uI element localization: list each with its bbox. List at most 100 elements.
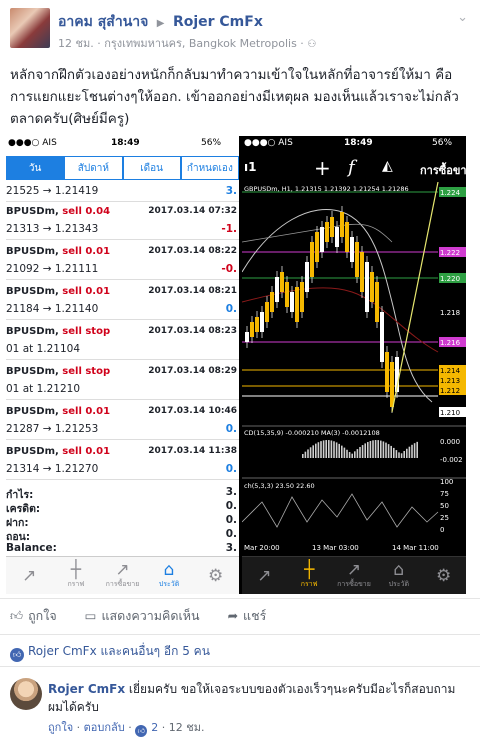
back-icon[interactable]: ı1 — [244, 160, 256, 174]
deal-prices: 01 at 1.21104 — [6, 343, 81, 355]
likes-summary[interactable]: 👍︎ Rojer CmFx และคนอื่นๆ อีก 5 คน — [10, 642, 210, 662]
tab-label: ประวัติ — [388, 580, 410, 588]
macd-bar — [398, 452, 400, 458]
stoch-label: ch(5,3,3) 23.50 22.60 — [244, 482, 315, 490]
indicator-icon[interactable]: f — [348, 157, 355, 178]
page-name[interactable]: Rojer CmFx — [173, 14, 263, 30]
deal-row[interactable]: BPUSDm, sell 0.01 2017.03.14 10:46 21287 →… — [6, 402, 239, 440]
macd-bar — [377, 440, 379, 458]
tab-icon: ⌂ — [393, 560, 405, 580]
macd-bar — [354, 451, 356, 458]
tab-icon: ↗ — [346, 560, 362, 580]
candle-body — [330, 217, 334, 237]
macd-bar — [335, 442, 338, 458]
summary-value: 0. — [225, 528, 237, 540]
tabbar-item[interactable]: ↗ การซื้อขาย — [332, 557, 377, 594]
tab-month[interactable]: เดือน — [122, 156, 181, 180]
deal-date: 2017.03.14 08:29 — [148, 366, 237, 376]
battery-label: 56% — [201, 138, 222, 148]
candle-body — [385, 352, 389, 392]
candle-body — [370, 272, 374, 302]
macd-bar — [338, 443, 340, 458]
summary-value: 3. — [225, 542, 237, 554]
like-button[interactable]: 👍︎ ถูกใจ — [10, 606, 57, 626]
tab-icon: ↗ — [115, 560, 130, 580]
deal-row[interactable]: BPUSDm, sell 0.01 2017.03.14 08:22 21092 →… — [6, 242, 239, 280]
objects-icon[interactable]: ◭ — [382, 158, 393, 174]
deal-row[interactable]: BPUSDm, sell stop 2017.03.14 08:23 01 at 1… — [6, 322, 239, 360]
macd-bar — [328, 440, 330, 458]
macd-bar — [367, 442, 369, 458]
battery-label: 56% — [432, 138, 453, 148]
friends-icon: ⚇ — [307, 39, 317, 50]
macd-bar — [408, 446, 411, 458]
comment-author[interactable]: Rojer CmFx — [48, 682, 125, 696]
comment-like-link[interactable]: ถูกใจ — [48, 721, 73, 734]
deal-row[interactable]: BPUSDm, sell 0.04 2017.03.14 07:32 21313 →… — [6, 202, 239, 240]
price-chart[interactable]: 1.224 1.222 1.220 1.218 1.216 1.214 1.213 1.212… — [242, 182, 466, 556]
arrow-icon: ▶ — [156, 18, 165, 29]
macd-bar — [369, 440, 372, 458]
candle-body — [250, 322, 254, 337]
tabbar-item[interactable]: ┼ กราฟ — [287, 557, 332, 594]
tab-icon: ┼ — [304, 560, 315, 580]
deal-row[interactable]: BPUSDm, sell stop 2017.03.14 08:29 01 at 1… — [6, 362, 239, 400]
macd-bar — [356, 449, 359, 458]
macd-bar — [359, 446, 361, 458]
post-text: หลักจากฝึกตัวเองอย่างหนักก็กลับมาทำความเ… — [10, 67, 459, 127]
tab-week[interactable]: สัปดาห์ — [64, 156, 123, 180]
clock-label: 18:49 — [111, 138, 140, 148]
price-tick-label: 1.216 — [440, 339, 461, 347]
tabbar-item[interactable]: ↗ — [6, 557, 53, 594]
comment-like-count[interactable]: 2 — [151, 721, 158, 734]
tabbar-item[interactable]: ↗ การซื้อขาย — [99, 557, 146, 594]
tabbar-item[interactable]: ⌂ ประวัติ — [146, 557, 193, 594]
macd-bar — [302, 454, 304, 458]
sub-tick-label: 100 — [440, 478, 453, 486]
deal-prices: 21184 → 1.21140 — [6, 303, 99, 315]
deal-row[interactable]: BPUSDm, sell 0.01 2017.03.14 11:38 21314 →… — [6, 442, 239, 480]
post-timestamp-location[interactable]: 12 ชม. · กรุงเทพมหานคร, Bangkok Metropol… — [58, 37, 307, 50]
comment-body: Rojer CmFx เยี่ยมครับ ขอให้เจอระบบของตัว… — [48, 680, 468, 716]
tab-custom[interactable]: กำหนดเอง — [180, 156, 239, 180]
comment-button[interactable]: ▭ แสดงความคิดเห็น — [85, 606, 200, 626]
divider — [0, 598, 480, 599]
macd-bar — [348, 452, 351, 458]
stoch-line — [242, 493, 439, 528]
author-name[interactable]: อาคม สุสำนาจ — [58, 14, 148, 30]
post-photo[interactable]: ●●●○ AIS 18:49 56% วัน สัปดาห์ เดือน กำห… — [6, 136, 466, 594]
deal-row[interactable]: BPUSDm, sell 0.01 2017.03.14 08:21 21184 →… — [6, 282, 239, 320]
deal-profit: 0. — [225, 303, 237, 315]
macd-bar — [406, 448, 408, 458]
macd-bar — [317, 442, 320, 458]
tabbar-item[interactable]: ┼ กราฟ — [53, 557, 100, 594]
macd-bar — [385, 442, 387, 458]
tabbar-item[interactable]: ⌂ ประวัติ — [376, 557, 421, 594]
candle-body — [285, 282, 289, 307]
tabbar-item[interactable]: ↗ — [242, 557, 287, 594]
deal-row[interactable]: 21525 → 1.21419 3. — [6, 182, 239, 202]
author-avatar[interactable] — [10, 8, 50, 48]
comment-reply-link[interactable]: ตอบกลับ — [84, 721, 125, 734]
candle-body — [270, 292, 274, 312]
candle-body — [305, 262, 309, 292]
price-tick-label: 1.222 — [440, 249, 460, 257]
candle-body — [300, 282, 304, 312]
tab-day[interactable]: วัน — [6, 156, 65, 180]
crosshair-icon[interactable]: + — [314, 156, 331, 180]
tabbar-item[interactable]: ⚙ — [421, 557, 466, 594]
share-button[interactable]: ➦ แชร์ — [228, 606, 267, 626]
macd-bar — [380, 440, 382, 458]
price-tick-label: 1.220 — [440, 275, 460, 283]
candle-body — [245, 332, 249, 342]
deal-date: 2017.03.14 11:38 — [148, 446, 237, 456]
commenter-avatar[interactable] — [10, 678, 42, 710]
trade-button[interactable]: การซื้อขา — [420, 161, 466, 179]
tabbar-item[interactable]: ⚙ — [192, 557, 239, 594]
chevron-down-icon[interactable]: ⌄ — [457, 10, 468, 25]
tab-icon: ↗ — [257, 565, 272, 586]
macd-bar — [315, 443, 317, 458]
candle-body — [335, 227, 339, 247]
chart-screenshot: ●●●○ AIS 18:49 56% ı1 + f ◭ การซื้อขา 1.… — [242, 136, 466, 594]
macd-bar — [400, 453, 403, 458]
